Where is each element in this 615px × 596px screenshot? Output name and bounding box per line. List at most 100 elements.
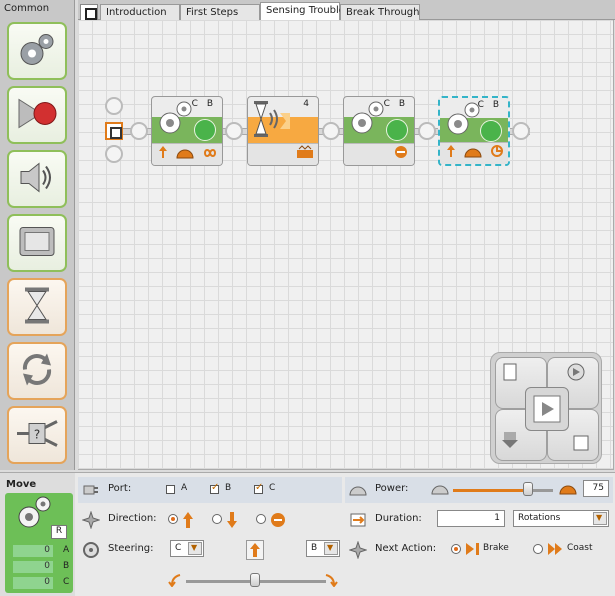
duration-value-input[interactable]: 1 <box>437 510 505 527</box>
sensor-threshold-icon <box>296 145 314 162</box>
wait-block[interactable]: 4 <box>247 96 319 166</box>
tab-first-steps[interactable]: First Steps <box>180 4 260 20</box>
next-action-icon <box>348 540 368 560</box>
palette-display-button[interactable] <box>7 214 67 272</box>
power-speedometer-icon <box>349 481 367 499</box>
run-button[interactable] <box>525 387 569 431</box>
beam-start-ring-top <box>105 97 123 115</box>
beam-end-ring <box>512 122 530 140</box>
block-ports: C B <box>191 99 216 109</box>
feedback-label-c: C <box>63 577 70 587</box>
steering-row: Steering: C B <box>78 537 342 595</box>
chevron-down-icon <box>593 512 607 525</box>
steering-left-port-select[interactable]: C <box>170 540 204 557</box>
steering-left-port-value: C <box>175 543 182 553</box>
move-block-1[interactable]: C B <box>151 96 223 166</box>
move-block-3-selected[interactable]: C B <box>438 96 510 166</box>
reset-badge[interactable]: R <box>51 525 67 539</box>
move-feedback-tile: R 0 A 0 B 0 C <box>5 493 73 593</box>
feedback-label-a: A <box>63 545 70 555</box>
direction-forward-radio[interactable] <box>168 514 178 524</box>
block-ports: C B <box>383 99 408 109</box>
palette-sound-button[interactable] <box>7 150 67 208</box>
svg-text:?: ? <box>34 428 40 442</box>
start-point-icon[interactable] <box>105 122 123 140</box>
port-c-checkbox[interactable] <box>254 482 263 494</box>
coast-label: Coast <box>567 543 593 553</box>
beam-ring <box>322 122 340 140</box>
port-a-checkbox[interactable] <box>166 485 175 494</box>
motor-indicator <box>386 119 408 141</box>
power-dial-icon <box>464 146 482 161</box>
direction-row: Direction: <box>78 507 342 533</box>
next-action-label: Next Action: <box>375 543 437 554</box>
port-b-checkbox[interactable] <box>210 482 219 494</box>
wait-hourglass-icon <box>250 99 296 142</box>
beam-ring <box>130 122 148 140</box>
direction-stop-radio[interactable] <box>256 514 266 524</box>
chevron-down-icon <box>324 542 338 555</box>
direction-backward-radio[interactable] <box>212 514 222 524</box>
power-row: Power: 75 <box>345 477 613 503</box>
switch-icon: ? <box>15 416 59 455</box>
move-gears-icon <box>348 99 388 140</box>
loop-icon <box>17 350 57 393</box>
power-low-icon <box>431 483 449 498</box>
duration-unit-value: Rotations <box>518 513 561 523</box>
unlimited-icon <box>202 147 218 162</box>
port-plug-icon <box>82 481 100 499</box>
power-dial-icon <box>176 147 194 162</box>
sound-icon <box>17 160 57 199</box>
steering-right-port-select[interactable]: B <box>306 540 340 557</box>
brake-radio[interactable] <box>451 544 461 554</box>
stop-icon <box>270 512 286 531</box>
move-block-2[interactable]: C B <box>343 96 415 166</box>
steer-right-icon <box>324 573 338 590</box>
steer-left-icon <box>168 573 182 590</box>
next-action-row: Next Action: Brake Coast <box>345 537 613 563</box>
nxt-controller <box>490 352 602 464</box>
block-palette: Common ? <box>0 0 75 470</box>
motor-indicator <box>480 120 502 142</box>
beam-start-ring-bottom <box>105 145 123 163</box>
direction-compass-icon <box>81 510 101 530</box>
duration-unit-select[interactable]: Rotations <box>513 510 609 527</box>
wait-hourglass-icon <box>22 286 52 329</box>
config-block-title: Move <box>6 479 37 490</box>
tab-break-through[interactable]: Break Through <box>340 4 420 20</box>
steering-slider-knob[interactable] <box>250 573 260 587</box>
port-row: Port: A B C <box>78 477 342 503</box>
forward-arrow-icon <box>446 144 456 161</box>
palette-move-button[interactable] <box>7 22 67 80</box>
move-gears-icon <box>15 495 55 534</box>
coast-radio[interactable] <box>533 544 543 554</box>
power-slider-knob[interactable] <box>523 482 533 496</box>
port-c-label: C <box>269 483 276 493</box>
block-feedback: Move R 0 A 0 B 0 C <box>0 473 75 596</box>
duration-icon <box>349 511 367 529</box>
palette-wait-button[interactable] <box>7 278 67 336</box>
brake-label: Brake <box>483 543 509 553</box>
forward-arrow-icon <box>182 511 194 532</box>
palette-loop-button[interactable] <box>7 342 67 400</box>
tab-introduction[interactable]: Introduction <box>100 4 180 20</box>
power-high-icon <box>559 483 577 498</box>
feedback-counter-a: 0 <box>13 545 53 557</box>
power-value-input[interactable]: 75 <box>583 480 609 497</box>
block-ports: 4 <box>303 99 312 109</box>
motor-indicator <box>194 119 216 141</box>
steering-wheel-icon <box>82 541 100 559</box>
beam-ring <box>418 122 436 140</box>
feedback-counter-c: 0 <box>13 577 53 589</box>
palette-switch-button[interactable]: ? <box>7 406 67 464</box>
config-panel: Move R 0 A 0 B 0 C Port: A B C Direction… <box>0 472 615 596</box>
palette-record-play-button[interactable] <box>7 86 67 144</box>
power-slider[interactable] <box>453 489 553 492</box>
forward-arrow-icon <box>158 145 168 162</box>
duration-label: Duration: <box>375 513 422 524</box>
chevron-down-icon <box>188 542 202 555</box>
home-tab-icon[interactable] <box>80 4 98 20</box>
steering-straight-button[interactable] <box>246 540 264 560</box>
record-play-icon <box>15 96 59 135</box>
tab-sensing-trouble[interactable]: Sensing Trouble <box>260 2 345 21</box>
